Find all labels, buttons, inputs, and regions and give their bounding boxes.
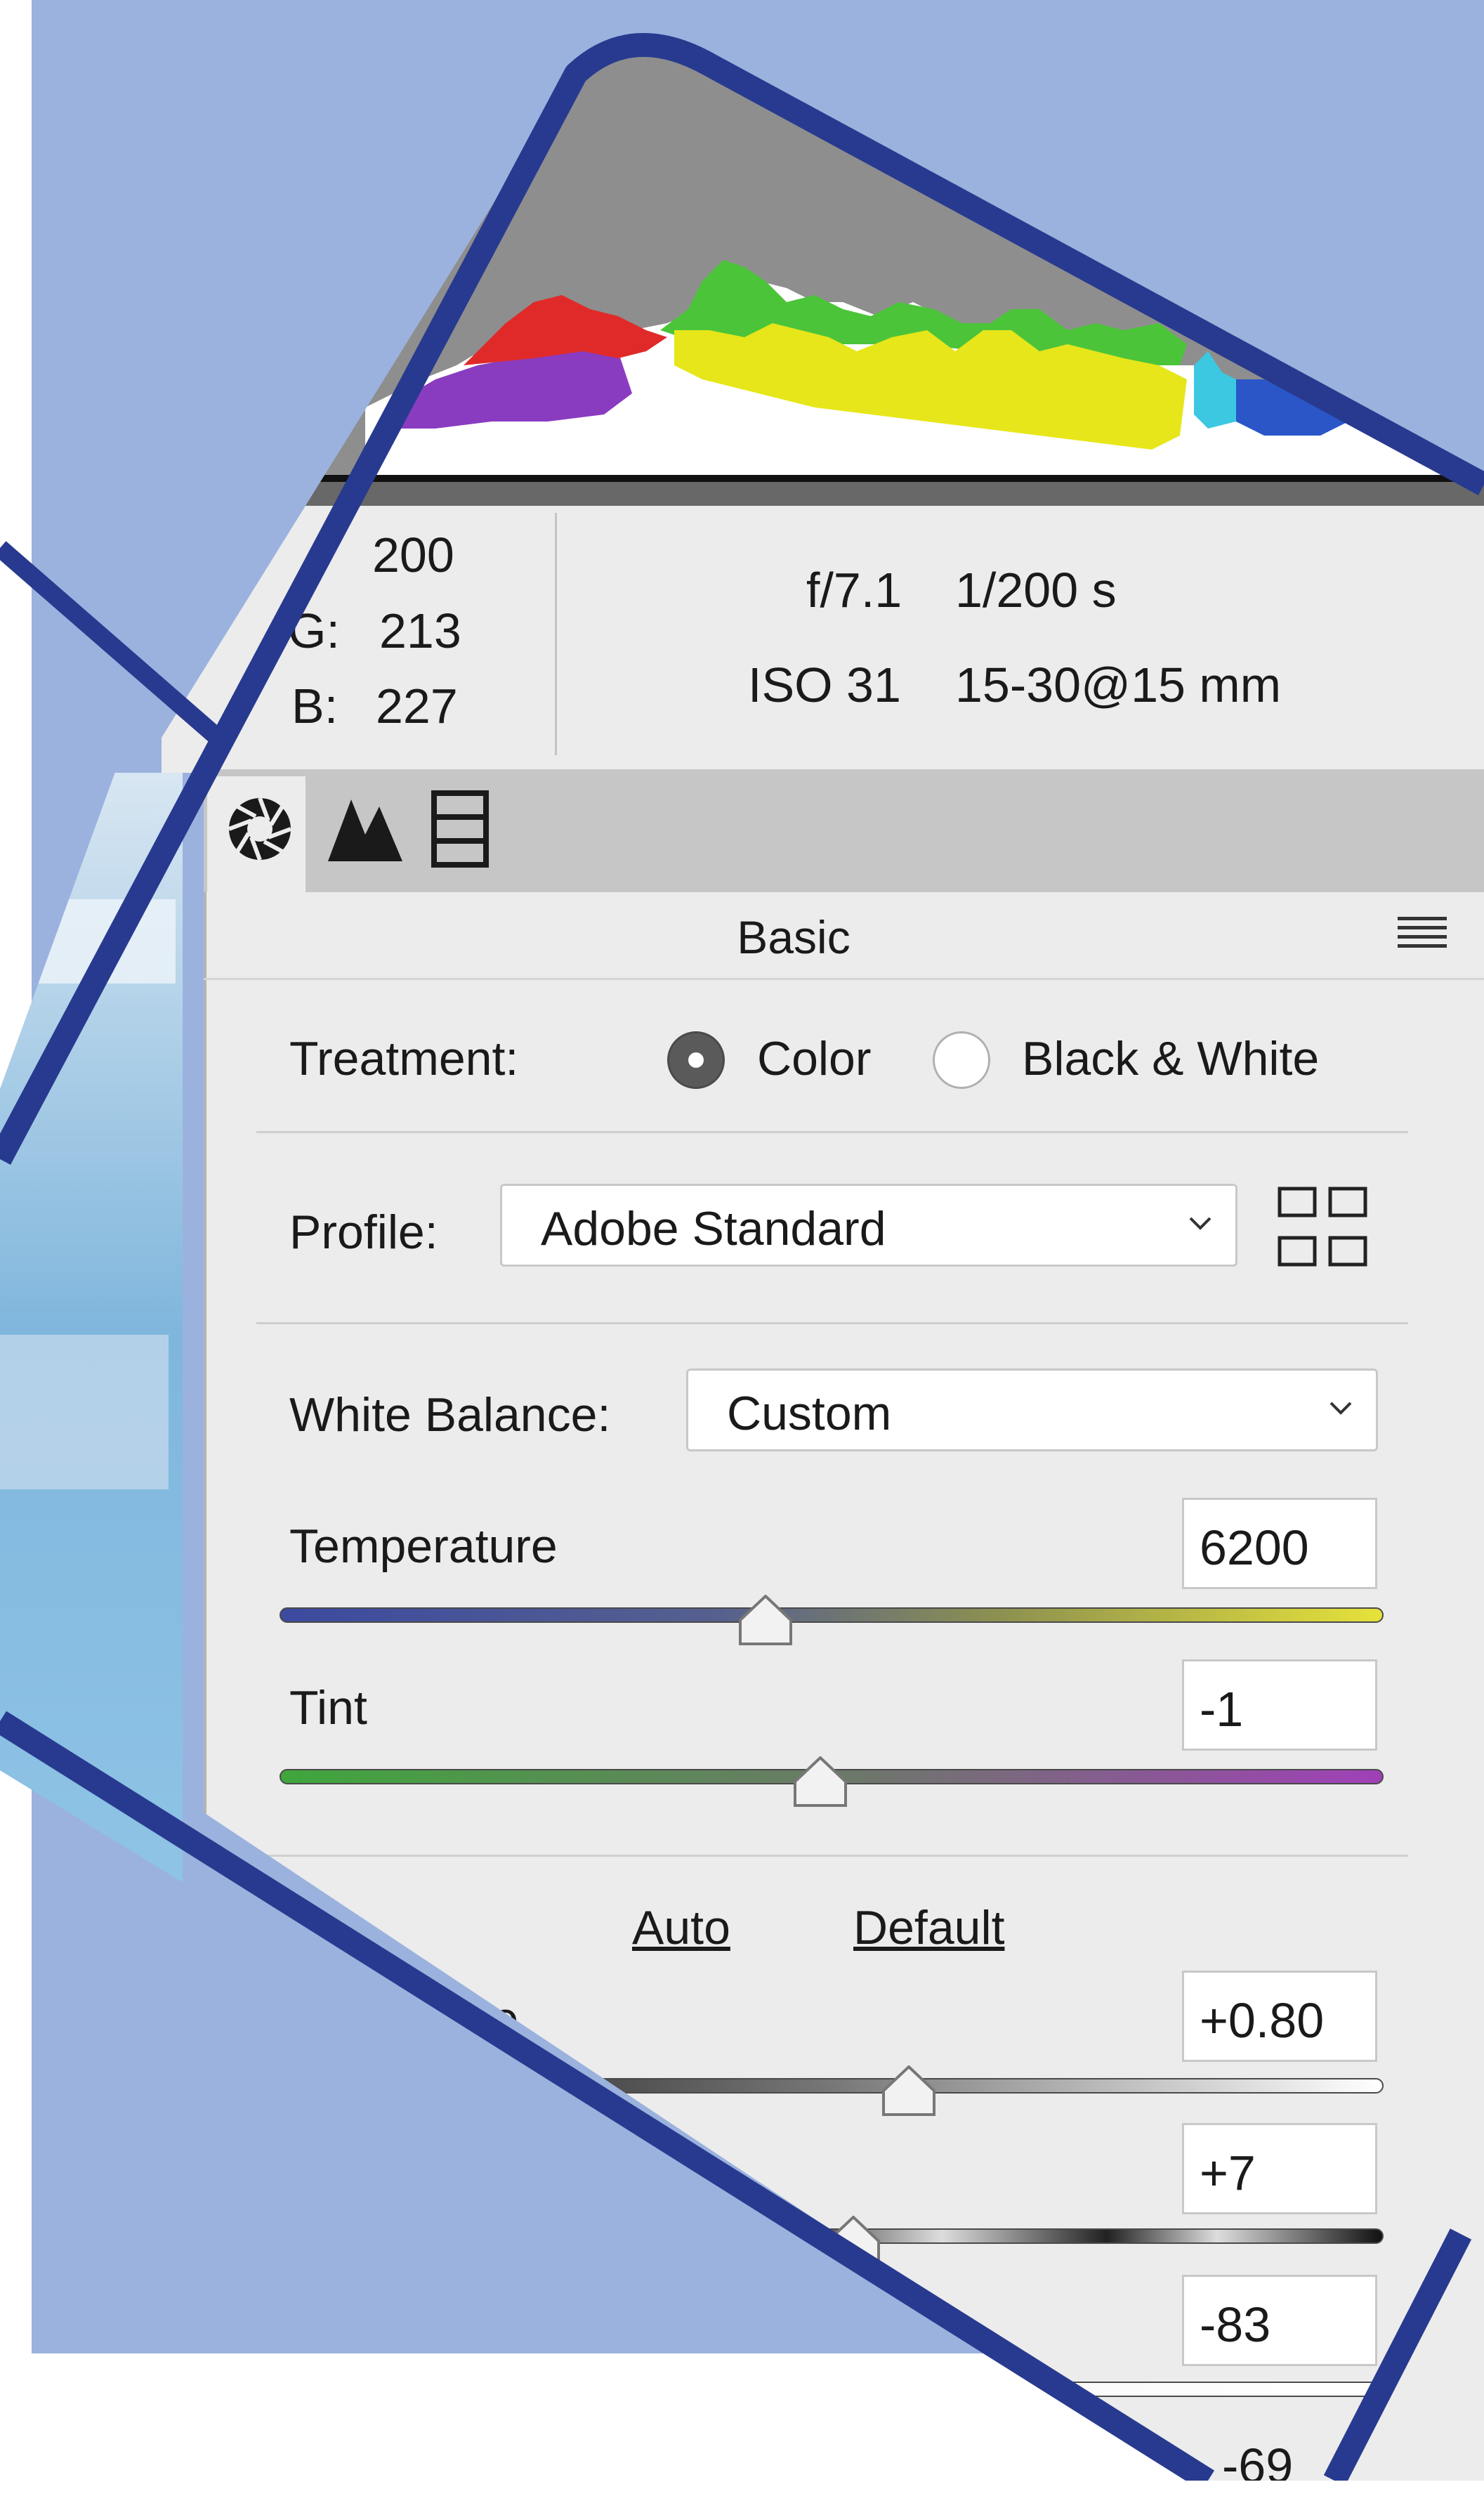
decorative-frame <box>0 32 1484 2481</box>
